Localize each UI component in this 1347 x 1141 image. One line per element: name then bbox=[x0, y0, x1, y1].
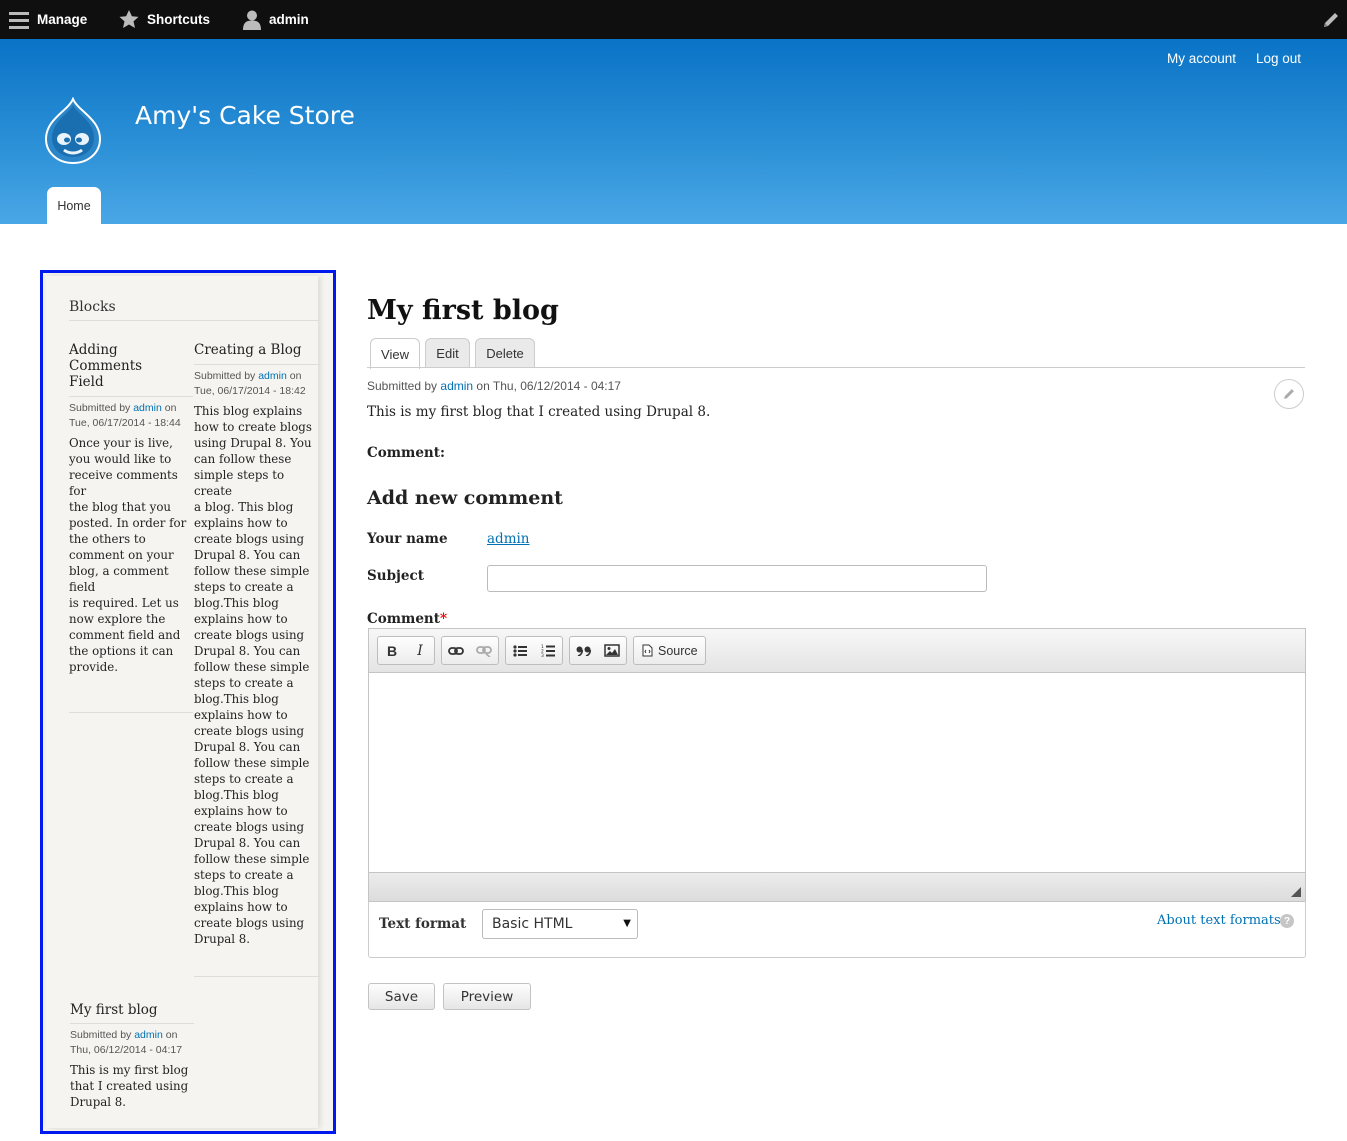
comment-editor-area[interactable] bbox=[369, 673, 1305, 872]
bulleted-list-button[interactable] bbox=[506, 637, 534, 664]
admin-toolbar: Manage Shortcuts admin bbox=[0, 0, 1347, 39]
blog-teaser-body: This blog explains how to create blogs u… bbox=[194, 404, 312, 946]
author-link[interactable]: admin bbox=[440, 379, 473, 393]
blocks-title: Blocks bbox=[69, 299, 116, 315]
editor-status-bar bbox=[369, 872, 1305, 901]
manage-menu[interactable]: Manage bbox=[9, 0, 87, 39]
resize-handle-icon[interactable] bbox=[1291, 887, 1301, 897]
text-format-select[interactable]: Basic HTML ▼ bbox=[482, 909, 638, 939]
divider bbox=[69, 396, 193, 397]
link-button-group bbox=[441, 636, 499, 665]
blockquote-button[interactable] bbox=[570, 637, 598, 664]
divider bbox=[70, 1023, 194, 1024]
node-submitted: Submitted by admin on Thu, 06/12/2014 - … bbox=[367, 379, 621, 393]
pencil-icon bbox=[1284, 389, 1294, 399]
main-menu-home[interactable]: Home bbox=[47, 187, 101, 224]
divider bbox=[69, 320, 319, 321]
sidebar-panel: Blocks Adding Comments Field Submitted b… bbox=[46, 276, 320, 1128]
numbered-list-button[interactable]: 123 bbox=[534, 637, 562, 664]
user-menu[interactable]: admin bbox=[243, 0, 309, 39]
link-button[interactable] bbox=[442, 637, 470, 664]
blog-teaser: Adding Comments Field Submitted by admin… bbox=[69, 342, 193, 713]
list-button-group: 123 bbox=[505, 636, 563, 665]
my-account-link[interactable]: My account bbox=[1167, 51, 1236, 66]
page-title: My first blog bbox=[367, 295, 559, 326]
divider bbox=[367, 367, 1305, 368]
sidebar-blocks-region: Blocks Adding Comments Field Submitted b… bbox=[40, 270, 336, 1134]
subject-label: Subject bbox=[367, 568, 424, 584]
source-icon bbox=[642, 644, 653, 657]
comment-label: Comment* bbox=[367, 611, 448, 627]
required-marker: * bbox=[439, 611, 448, 627]
blog-teaser-body: This is my first blog that I created usi… bbox=[70, 1063, 189, 1109]
blog-teaser-meta: Submitted by admin on Tue, 06/17/2014 - … bbox=[69, 402, 181, 429]
node-body: This is my first blog that I created usi… bbox=[367, 404, 711, 420]
blog-teaser: Creating a Blog Submitted by admin on Tu… bbox=[194, 342, 320, 977]
bulleted-list-icon bbox=[513, 644, 527, 657]
add-comment-heading: Add new comment bbox=[367, 487, 563, 509]
user-label: admin bbox=[269, 12, 309, 27]
pencil-icon[interactable] bbox=[1321, 10, 1341, 30]
svg-text:3: 3 bbox=[541, 653, 544, 657]
site-header: My account Log out Amy's Cake Store Home bbox=[0, 39, 1347, 224]
preview-button[interactable]: Preview bbox=[443, 983, 531, 1010]
star-icon bbox=[119, 10, 139, 28]
dropdown-arrow-icon: ▼ bbox=[623, 918, 631, 929]
quote-icon bbox=[576, 646, 592, 656]
hamburger-icon bbox=[9, 11, 29, 29]
divider bbox=[69, 712, 193, 713]
manage-label: Manage bbox=[37, 12, 88, 27]
contextual-edit-button[interactable] bbox=[1274, 379, 1304, 409]
bold-button[interactable]: B bbox=[378, 637, 406, 664]
blog-teaser-title[interactable]: Creating a Blog bbox=[194, 342, 320, 358]
tab-delete[interactable]: Delete bbox=[475, 338, 535, 368]
unlink-button[interactable] bbox=[470, 637, 498, 664]
blog-teaser-title[interactable]: Adding Comments Field bbox=[69, 342, 193, 390]
blog-teaser-meta: Submitted by admin on Tue, 06/17/2014 - … bbox=[194, 370, 306, 397]
about-text-formats-link[interactable]: About text formats bbox=[1157, 913, 1281, 928]
tab-edit[interactable]: Edit bbox=[425, 338, 470, 368]
log-out-link[interactable]: Log out bbox=[1256, 51, 1301, 66]
comment-field-label: Comment: bbox=[367, 445, 445, 461]
shortcuts-menu[interactable]: Shortcuts bbox=[119, 0, 210, 39]
site-name[interactable]: Amy's Cake Store bbox=[135, 101, 355, 130]
author-link[interactable]: admin bbox=[258, 370, 287, 382]
italic-button[interactable]: I bbox=[406, 637, 434, 664]
blog-teaser-body: Once your is live, you would like to rec… bbox=[69, 436, 187, 674]
drupal-logo-icon[interactable] bbox=[42, 97, 104, 165]
blog-teaser-title[interactable]: My first blog bbox=[70, 1002, 194, 1018]
shortcuts-label: Shortcuts bbox=[147, 12, 211, 27]
rich-text-editor: B I 123 Source bbox=[368, 628, 1306, 902]
unlink-icon bbox=[476, 645, 492, 657]
your-name-label: Your name bbox=[367, 531, 448, 547]
divider bbox=[194, 976, 320, 977]
text-format-label: Text format bbox=[379, 916, 467, 932]
your-name-link[interactable]: admin bbox=[487, 531, 530, 547]
blog-teaser: My first blog Submitted by admin on Thu,… bbox=[70, 1002, 194, 1110]
source-button[interactable]: Source bbox=[633, 636, 706, 665]
link-icon bbox=[448, 646, 464, 655]
save-button[interactable]: Save bbox=[368, 983, 435, 1010]
author-link[interactable]: admin bbox=[133, 402, 162, 414]
blog-teaser-meta: Submitted by admin on Thu, 06/12/2014 - … bbox=[70, 1029, 183, 1056]
user-icon bbox=[243, 10, 261, 30]
help-icon[interactable]: ? bbox=[1280, 914, 1294, 928]
format-button-group: B I bbox=[377, 636, 435, 665]
subject-input[interactable] bbox=[487, 565, 987, 592]
text-format-wrapper: Text format Basic HTML ▼ About text form… bbox=[368, 901, 1306, 958]
image-button[interactable] bbox=[598, 637, 626, 664]
tab-view[interactable]: View bbox=[370, 338, 420, 369]
numbered-list-icon: 123 bbox=[541, 644, 555, 657]
editor-toolbar: B I 123 Source bbox=[369, 629, 1305, 673]
author-link[interactable]: admin bbox=[134, 1029, 163, 1041]
image-icon bbox=[604, 644, 620, 657]
insert-button-group bbox=[569, 636, 627, 665]
divider bbox=[194, 364, 320, 365]
